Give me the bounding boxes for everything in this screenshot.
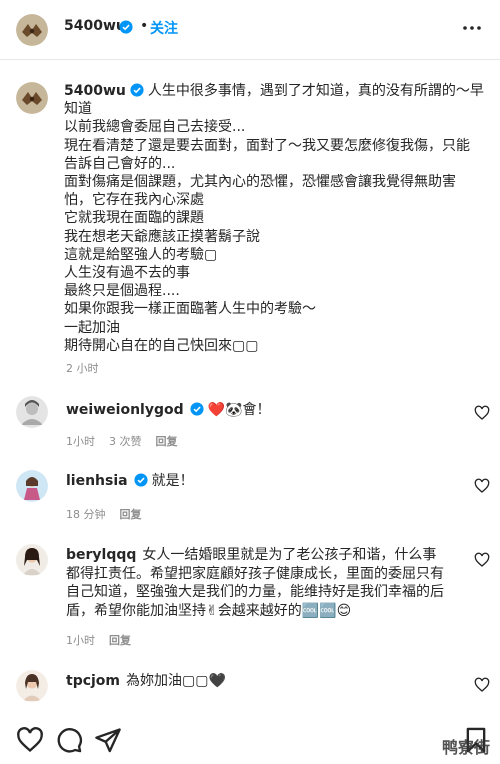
- action-bar: 鸭寮街: [0, 720, 500, 764]
- comment-line: berylqqq 女人一结婚眼里就是为了老公孩子和谐，什么事: [66, 546, 486, 565]
- comment-meta: 1小时 3 次赞 回复: [66, 433, 192, 449]
- comment-text: berylqqq 女人一结婚眼里就是为了老公孩子和谐，什么事 都得扛责任。希望把家…: [66, 546, 486, 620]
- comment-username[interactable]: berylqqq: [66, 547, 136, 563]
- comment-time: 18 分钟: [66, 508, 106, 521]
- comment-meta: 1小时 回复: [66, 632, 145, 648]
- caption-line: 知道: [64, 101, 92, 118]
- comment-username[interactable]: weiweionlygod: [66, 402, 184, 418]
- caption-time: 2 小时: [66, 362, 99, 375]
- verified-icon: [119, 20, 133, 34]
- comment-body: 為妳加油▢▢🖤: [126, 673, 226, 689]
- caption-line: 告訴自己會好的...: [64, 155, 176, 172]
- comment-body: 就是！: [151, 473, 194, 489]
- like-heart-icon[interactable]: [474, 552, 490, 568]
- comment-line: 盾，希望你能加油坚持✌会越来越好的🆒🆒😊: [66, 602, 352, 619]
- caption: 5400wu 人生中很多事情，遇到了才知道，真的没有所謂的～早 知道 以前我總會委…: [64, 82, 484, 355]
- comment-likes[interactable]: 3 次赞: [109, 435, 142, 448]
- caption-line: 面對傷痛是個課題，尤其內心的恐懼，恐懼感會讓我覺得無助害: [64, 174, 456, 191]
- caption-text: 人生中很多事情，遇到了才知道，真的没有所謂的～早: [147, 83, 484, 99]
- comment-body: 女人一结婚眼里就是为了老公孩子和谐，什么事: [142, 547, 437, 563]
- comment-avatar[interactable]: [16, 544, 48, 576]
- share-icon[interactable]: [94, 726, 122, 754]
- caption-line: 期待開心自在的自己快回來▢▢: [64, 337, 259, 354]
- comment-username[interactable]: tpcjom: [66, 673, 120, 689]
- comment-avatar[interactable]: [16, 670, 48, 702]
- comment-time: 1小时: [66, 435, 95, 448]
- comment-text: tpcjom 為妳加油▢▢🖤: [66, 672, 466, 691]
- comment-meta: 18 分钟 回复: [66, 506, 156, 522]
- caption-username[interactable]: 5400wu: [64, 83, 126, 99]
- caption-line: 它就我現在面臨的課題: [64, 210, 204, 227]
- reply-button[interactable]: 回复: [120, 508, 142, 521]
- caption-line: 5400wu 人生中很多事情，遇到了才知道，真的没有所謂的～早: [64, 82, 484, 100]
- comment-avatar[interactable]: [16, 396, 48, 428]
- comment-line: 都得扛责任。希望把家庭顧好孩子健康成长，里面的委屈只有: [66, 565, 444, 582]
- comment-text: weiweionlygod ❤️🐼會！: [66, 401, 466, 420]
- caption-line: 以前我總會委屈自己去接受...: [64, 119, 246, 136]
- like-heart-icon[interactable]: [474, 677, 490, 693]
- like-heart-icon[interactable]: [474, 405, 490, 421]
- follow-button[interactable]: 关注: [150, 18, 178, 38]
- post-header: 5400wu • 关注: [0, 0, 500, 60]
- caption-line: 現在看清楚了還是要去面對，面對了～我又要怎麼修復我傷，只能: [64, 137, 470, 154]
- comment-username[interactable]: lienhsia: [66, 473, 128, 489]
- comment-body: ❤️🐼會！: [207, 402, 271, 418]
- like-heart-icon[interactable]: [474, 478, 490, 494]
- caption-line: 怕，它存在我內心深處: [64, 192, 204, 209]
- watermark: 鸭寮街: [441, 738, 490, 757]
- comment-text: lienhsia 就是！: [66, 472, 466, 491]
- comment-time: 1小时: [66, 634, 95, 647]
- caption-line: 我在想老天爺應該正摸著鬍子說: [64, 228, 260, 245]
- caption-line: 這就是給堅強人的考驗▢: [64, 246, 218, 263]
- caption-line: 一起加油: [64, 319, 120, 336]
- like-heart-icon[interactable]: [16, 726, 44, 754]
- verified-icon: [190, 402, 204, 416]
- comment-bubble-icon[interactable]: [55, 726, 83, 754]
- caption-line: 如果你跟我一樣正面臨著人生中的考驗～: [64, 301, 316, 318]
- separator-dot: •: [140, 18, 149, 34]
- comment-line: 自己知道，堅強強大是我们的力量，能维持好是我们幸福的后: [66, 584, 444, 600]
- header-username[interactable]: 5400wu: [64, 18, 126, 34]
- caption-avatar[interactable]: [16, 82, 48, 114]
- comment-avatar[interactable]: [16, 470, 48, 502]
- reply-button[interactable]: 回复: [156, 435, 178, 448]
- avatar[interactable]: [16, 14, 48, 46]
- more-options-icon[interactable]: [458, 16, 486, 40]
- verified-icon: [134, 473, 148, 487]
- reply-button[interactable]: 回复: [109, 634, 131, 647]
- caption-line: 人生沒有過不去的事: [64, 265, 190, 282]
- caption-line: 最終只是個過程....: [64, 283, 180, 300]
- verified-icon: [130, 83, 144, 97]
